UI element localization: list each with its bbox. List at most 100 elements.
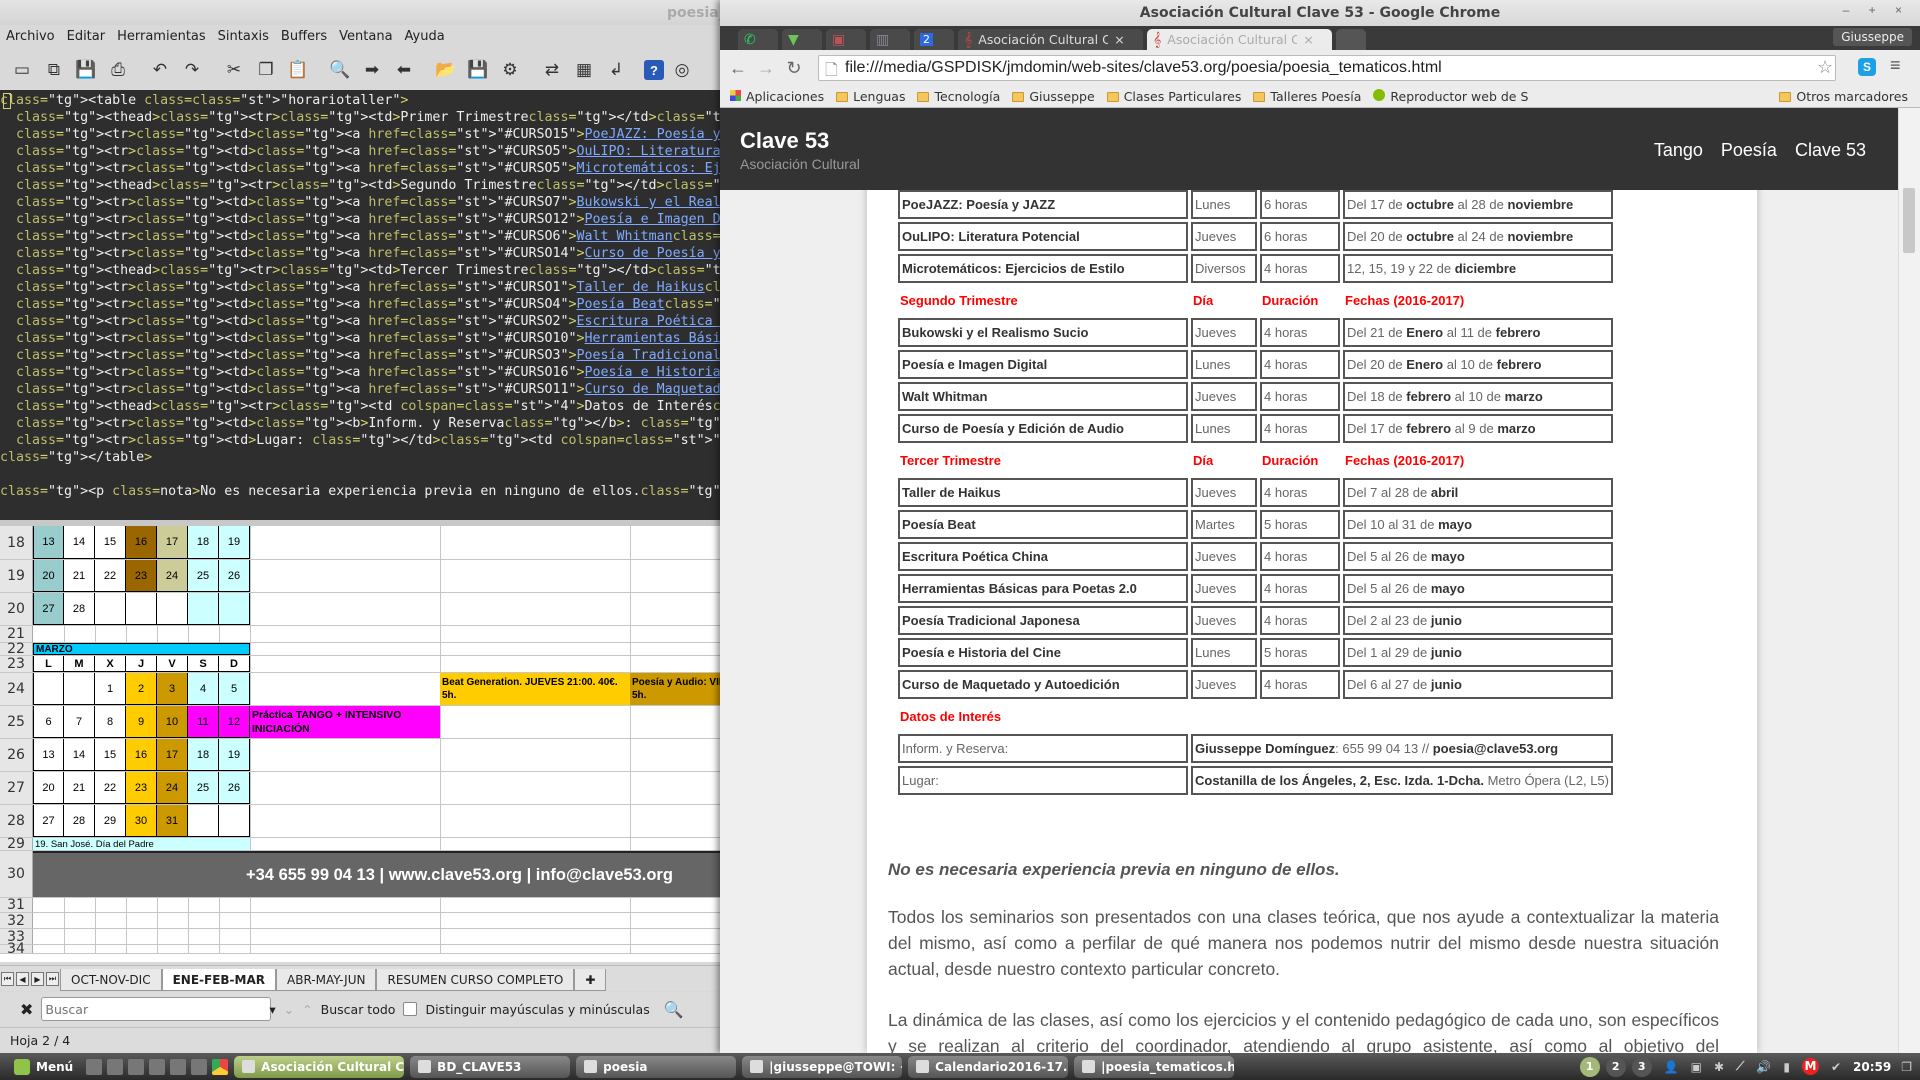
course-name[interactable]: Poesía Beat [898, 510, 1188, 539]
calendar-cell[interactable]: D [219, 656, 250, 672]
row-header[interactable]: 34 [0, 941, 33, 957]
calendar-cell[interactable] [64, 673, 95, 705]
sheet-tab[interactable]: ENE-FEB-MAR [161, 969, 277, 991]
match-case-checkbox[interactable] [403, 1002, 418, 1016]
thunderbird-icon[interactable] [191, 1058, 208, 1075]
find-dropdown-icon[interactable]: ▾ [269, 1002, 275, 1017]
new-window-icon[interactable]: ⧉ [40, 56, 68, 84]
row-header[interactable]: 29 [0, 836, 33, 852]
sheet-tab[interactable]: ABR-MAY-JUN [276, 969, 377, 991]
taskbar-window[interactable]: BD_CLAVE53 [410, 1055, 571, 1078]
calendar-cell[interactable] [126, 593, 157, 625]
course-name[interactable]: Escritura Poética China [898, 542, 1188, 571]
wrap-icon[interactable]: ↲ [602, 56, 630, 84]
calendar-cell[interactable] [219, 805, 250, 837]
taskbar-window[interactable]: |giusseppe@TOWI: ~ [742, 1055, 903, 1078]
calendar-cell[interactable]: L [33, 656, 64, 672]
taskbar-window[interactable]: Asociación Cultural C... [234, 1055, 405, 1078]
row-header[interactable]: 18 [0, 526, 33, 559]
add-sheet-icon[interactable]: ✚ [574, 969, 607, 991]
workspace-button[interactable]: 1 [1579, 1056, 1600, 1077]
reload-icon[interactable]: ↻ [780, 58, 808, 79]
course-name[interactable]: Poesía e Imagen Digital [898, 350, 1188, 379]
row-header[interactable]: 19 [0, 560, 33, 592]
calendar-cell[interactable]: 28 [64, 593, 95, 625]
calendar-cell[interactable]: 5 [219, 673, 250, 705]
menu-editar[interactable]: Editar [61, 26, 112, 48]
site-nav-link[interactable]: Clave 53 [1795, 140, 1866, 161]
calendar-cell[interactable]: 1 [95, 673, 126, 705]
new-tab-icon[interactable]: ▭ [8, 56, 36, 84]
row-header[interactable]: 25 [0, 706, 33, 738]
site-nav-link[interactable]: Poesía [1721, 140, 1777, 161]
save-icon[interactable]: 💾 [72, 56, 100, 84]
skype-icon[interactable]: S [1858, 58, 1876, 76]
volume-icon[interactable]: 🔊 [1756, 1060, 1771, 1074]
calendar-cell[interactable]: 16 [126, 526, 157, 559]
calendar-cell[interactable]: 21 [64, 560, 95, 592]
calendar-cell[interactable] [188, 593, 219, 625]
taskbar-window[interactable]: poesia [576, 1055, 737, 1078]
mail-icon[interactable]: M [1801, 1058, 1819, 1075]
calendar-cell[interactable]: 25 [188, 772, 219, 804]
calendar-cell[interactable] [95, 593, 126, 625]
calendar-cell[interactable]: 21 [64, 772, 95, 804]
calendar-cell[interactable]: 23 [126, 560, 157, 592]
calendar-cell[interactable]: 30 [126, 805, 157, 837]
calendar-cell[interactable]: 6 [33, 706, 64, 738]
calendar-cell[interactable]: J [126, 656, 157, 672]
sheet-nav-next-icon[interactable]: ▶ [31, 972, 44, 986]
sheet-nav-first-icon[interactable]: ⏮ [1, 972, 14, 986]
sheet-nav-prev-icon[interactable]: ◀ [16, 972, 29, 986]
calendar-cell[interactable]: 26 [219, 560, 250, 592]
sheet-tab[interactable]: OCT-NOV-DIC [60, 969, 162, 991]
calendar-cell[interactable]: 20 [33, 560, 64, 592]
bookmark[interactable]: Tecnología [917, 89, 1000, 104]
calendar-cell[interactable]: V [157, 656, 188, 672]
desktop-icon[interactable] [86, 1058, 103, 1075]
browser-tab[interactable]: 𝄞 Asociación Cultural Clave × [1147, 29, 1332, 50]
menu-buffers[interactable]: Buffers [275, 26, 333, 48]
update-shield-icon[interactable]: ✔ [1831, 1060, 1841, 1074]
workspace-button[interactable]: 3 [1631, 1056, 1652, 1077]
calendar-cell[interactable]: 28 [64, 805, 95, 837]
forward-icon[interactable]: → [752, 58, 780, 79]
row-header[interactable]: 22 [0, 641, 33, 657]
menu-archivo[interactable]: Archivo [0, 26, 61, 48]
browser-tab[interactable]: ▥ [870, 29, 910, 50]
search-icon[interactable]: 🔍 [664, 1000, 684, 1019]
find-next-icon[interactable]: ➡ [358, 56, 386, 84]
calendar-cell[interactable]: 2 [126, 673, 157, 705]
calendar-cell[interactable]: 19 [219, 739, 250, 771]
month-header[interactable]: MARZO [33, 643, 250, 655]
terminal-icon[interactable] [107, 1058, 124, 1075]
workspace-button[interactable]: 2 [1605, 1056, 1626, 1077]
event-poesia-audio[interactable]: Poesía y Audio: VIERNES 18:00. 48€. 5h. [630, 673, 720, 705]
calendar-cell[interactable]: 29 [95, 805, 126, 837]
row-header[interactable]: 26 [0, 739, 33, 771]
undo-icon[interactable]: ↶ [146, 56, 174, 84]
find-input[interactable] [41, 997, 272, 1021]
calendar-cell[interactable]: 31 [157, 805, 188, 837]
close-tab-icon[interactable]: × [1114, 32, 1124, 47]
course-name[interactable]: OuLIPO: Literatura Potencial [898, 222, 1188, 251]
spreadsheet-grid[interactable]: 18 13 14 15 16 17 18 19 19 20 21 22 23 24 25 26 20 27 28 21… [0, 526, 720, 962]
calendar-cell[interactable]: M [64, 656, 95, 672]
copy-icon[interactable]: ❐ [252, 56, 280, 84]
show-desktop-icon[interactable]: ❐ [1901, 1060, 1912, 1074]
contact-banner[interactable]: +34 655 99 04 13 | www.clave53.org | inf… [33, 851, 720, 897]
row-header[interactable]: 23 [0, 656, 33, 672]
menu-herramientas[interactable]: Herramientas [111, 26, 212, 48]
event-beat-generation[interactable]: Beat Generation. JUEVES 21:00. 40€. 5h. [440, 673, 630, 705]
menu-icon[interactable]: ≡ [1890, 55, 1901, 76]
row-header[interactable]: 21 [0, 626, 33, 642]
course-name[interactable]: Poesía e Historia del Cine [898, 638, 1188, 667]
taskbar-window[interactable]: Calendario2016-17.o... [908, 1055, 1069, 1078]
diff-icon[interactable]: ⇄ [538, 56, 566, 84]
start-menu-button[interactable]: Menú [6, 1056, 81, 1078]
terminal2-icon[interactable] [149, 1058, 166, 1075]
text-editor-icon[interactable] [170, 1058, 187, 1075]
course-name[interactable]: Microtemáticos: Ejercicios de Estilo [898, 254, 1188, 283]
browser-tab[interactable]: ✆ [738, 29, 778, 50]
calendar-cell[interactable]: 9 [126, 706, 157, 738]
